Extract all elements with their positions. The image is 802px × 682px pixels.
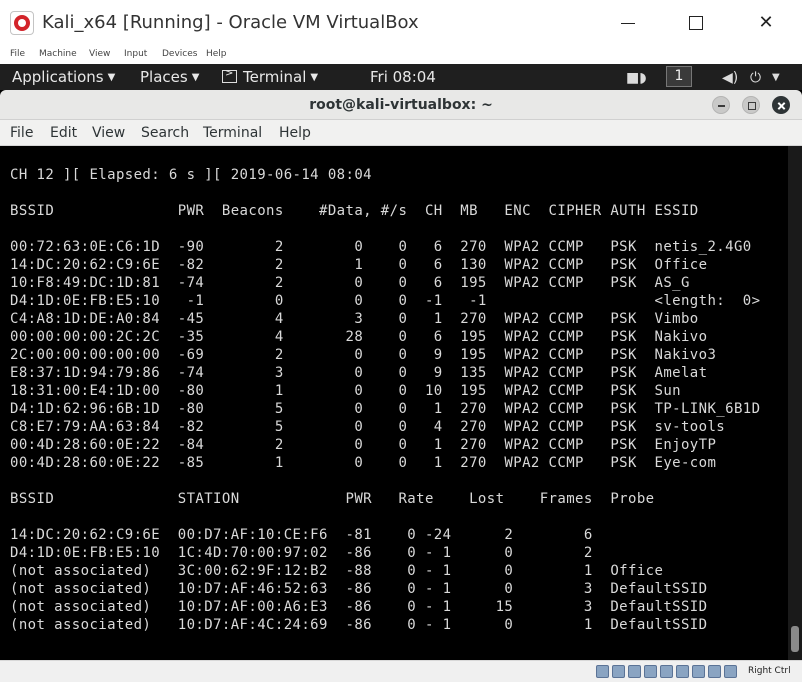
terminal-line: D4:1D:62:96:6B:1D -80 5 0 0 1 270 WPA2 C…	[10, 401, 761, 417]
terminal-line: (not associated) 10:D7:AF:46:52:63 -86 0…	[10, 581, 708, 597]
workspace-indicator[interactable]: 1	[666, 66, 692, 87]
power-icon[interactable]: ⏻	[750, 70, 761, 86]
video-camera-icon[interactable]: ■◗	[626, 70, 647, 86]
terminal-line: D4:1D:0E:FB:E5:10 -1 0 0 0 -1 -1 <length…	[10, 293, 761, 309]
terminal-text: CH 12 ][ Elapsed: 6 s ][ 2019-06-14 08:0…	[10, 166, 760, 634]
vb-menu-file[interactable]: File	[10, 49, 25, 59]
terminal-title: root@kali-virtualbox: ~	[309, 97, 493, 113]
clock[interactable]: Fri 08:04	[370, 68, 436, 86]
terminal-line: 00:4D:28:60:0E:22 -85 1 0 0 1 270 WPA2 C…	[10, 455, 717, 471]
terminal-line: (not associated) 10:D7:AF:4C:24:69 -86 0…	[10, 617, 708, 633]
optical-drive-icon[interactable]	[612, 665, 625, 678]
shared-folders-icon[interactable]	[676, 665, 689, 678]
system-menu-arrow-icon[interactable]: ▼	[772, 72, 780, 83]
terminal-menu-file[interactable]: File	[10, 125, 33, 141]
terminal-maximize-icon[interactable]	[742, 96, 760, 114]
chevron-down-icon: ▼	[191, 72, 200, 83]
terminal-window: root@kali-virtualbox: ~ File Edit View S…	[0, 90, 802, 660]
terminal-line: 2C:00:00:00:00:00 -69 2 0 0 9 195 WPA2 C…	[10, 347, 717, 363]
hard-disk-icon[interactable]	[596, 665, 609, 678]
terminal-app-label: Terminal	[243, 68, 307, 86]
terminal-minimize-icon[interactable]	[712, 96, 730, 114]
vb-menu-view[interactable]: View	[89, 49, 110, 59]
virtualbox-menu-bar: File Machine View Input Devices Help	[0, 46, 802, 64]
terminal-scrollbar[interactable]	[788, 146, 802, 660]
host-key-label: Right Ctrl	[748, 666, 791, 676]
terminal-close-icon[interactable]	[772, 96, 790, 114]
terminal-line: D4:1D:0E:FB:E5:10 1C:4D:70:00:97:02 -86 …	[10, 545, 593, 561]
places-label: Places	[140, 68, 188, 86]
terminal-line: (not associated) 10:D7:AF:00:A6:E3 -86 0…	[10, 599, 708, 615]
recording-icon[interactable]	[708, 665, 721, 678]
terminal-line: 18:31:00:E4:1D:00 -80 1 0 0 10 195 WPA2 …	[10, 383, 681, 399]
minimize-icon[interactable]	[608, 8, 648, 38]
terminal-line: C8:E7:79:AA:63:84 -82 5 0 0 4 270 WPA2 C…	[10, 419, 726, 435]
volume-icon[interactable]: ◀)	[722, 70, 738, 86]
window-title: Kali_x64 [Running] - Oracle VM VirtualBo…	[42, 12, 419, 33]
terminal-title-bar: root@kali-virtualbox: ~	[0, 90, 802, 120]
maximize-icon[interactable]	[676, 8, 716, 38]
terminal-menu-view[interactable]: View	[92, 125, 125, 141]
network-icon[interactable]	[644, 665, 657, 678]
vb-menu-machine[interactable]: Machine	[39, 49, 77, 59]
terminal-line: E8:37:1D:94:79:86 -74 3 0 0 9 135 WPA2 C…	[10, 365, 708, 381]
chevron-down-icon: ▼	[310, 72, 319, 83]
usb-icon[interactable]	[660, 665, 673, 678]
terminal-menu-terminal[interactable]: Terminal	[203, 125, 262, 141]
terminal-app-menu[interactable]: Terminal▼	[222, 68, 318, 86]
terminal-menu-search[interactable]: Search	[141, 125, 189, 141]
terminal-line: 14:DC:20:62:C9:6E -82 2 1 0 6 130 WPA2 C…	[10, 257, 708, 273]
applications-label: Applications	[12, 68, 104, 86]
terminal-line: 00:4D:28:60:0E:22 -84 2 0 0 1 270 WPA2 C…	[10, 437, 717, 453]
applications-menu[interactable]: Applications ▼	[12, 68, 115, 86]
chevron-down-icon: ▼	[107, 72, 116, 83]
terminal-line: BSSID PWR Beacons #Data, #/s CH MB ENC C…	[10, 203, 699, 219]
terminal-output[interactable]: CH 12 ][ Elapsed: 6 s ][ 2019-06-14 08:0…	[0, 146, 788, 660]
terminal-menu-bar: File Edit View Search Terminal Help	[0, 120, 802, 146]
terminal-icon	[222, 68, 237, 83]
virtualbox-title-bar: Kali_x64 [Running] - Oracle VM VirtualBo…	[0, 0, 802, 46]
terminal-line: 14:DC:20:62:C9:6E 00:D7:AF:10:CE:F6 -81 …	[10, 527, 593, 543]
vb-menu-input[interactable]: Input	[124, 49, 147, 59]
terminal-line: (not associated) 3C:00:62:9F:12:B2 -88 0…	[10, 563, 664, 579]
audio-icon[interactable]	[628, 665, 641, 678]
vb-menu-devices[interactable]: Devices	[162, 49, 197, 59]
cpu-icon[interactable]	[724, 665, 737, 678]
kali-top-panel: Applications▼ Places▼ Terminal▼ Fri 08:0…	[0, 64, 802, 90]
terminal-line: 00:72:63:0E:C6:1D -90 2 0 0 6 270 WPA2 C…	[10, 239, 752, 255]
terminal-line: C4:A8:1D:DE:A0:84 -45 4 3 0 1 270 WPA2 C…	[10, 311, 699, 327]
virtualbox-app-icon	[10, 11, 34, 35]
display-icon[interactable]	[692, 665, 705, 678]
vb-menu-help[interactable]: Help	[206, 49, 227, 59]
terminal-line: 00:00:00:00:2C:2C -35 4 28 0 6 195 WPA2 …	[10, 329, 708, 345]
virtualbox-status-bar: Right Ctrl	[0, 660, 802, 682]
scrollbar-thumb[interactable]	[791, 626, 799, 652]
places-menu[interactable]: Places ▼	[140, 68, 199, 86]
terminal-line: CH 12 ][ Elapsed: 6 s ][ 2019-06-14 08:0…	[10, 167, 372, 183]
terminal-menu-help[interactable]: Help	[279, 125, 311, 141]
terminal-menu-edit[interactable]: Edit	[50, 125, 77, 141]
terminal-line: BSSID STATION PWR Rate Lost Frames Probe	[10, 491, 655, 507]
close-icon[interactable]: ✕	[746, 8, 786, 38]
terminal-line: 10:F8:49:DC:1D:81 -74 2 0 0 6 195 WPA2 C…	[10, 275, 690, 291]
